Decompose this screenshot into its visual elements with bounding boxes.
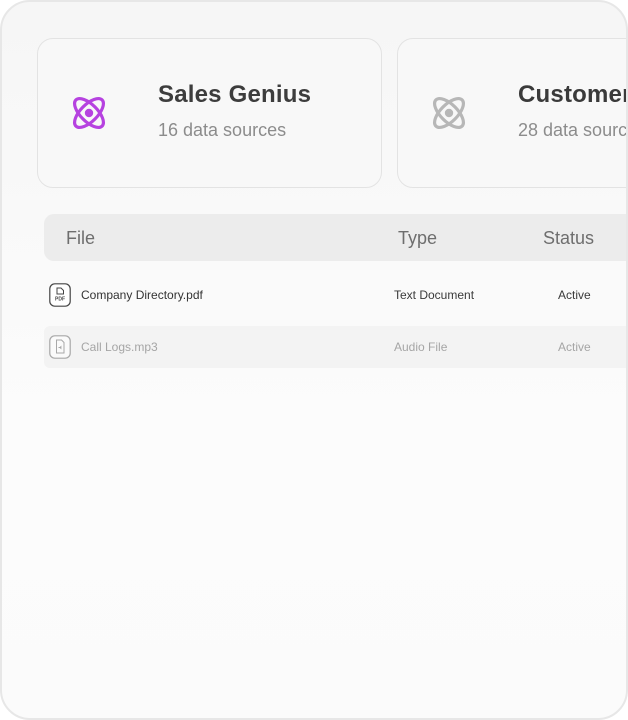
- audio-file-icon: [49, 335, 71, 359]
- column-header-status[interactable]: Status: [543, 228, 594, 249]
- table-row[interactable]: PDF Company Directory.pdf Text Document …: [44, 274, 626, 316]
- file-type: Audio File: [394, 340, 448, 354]
- file-name: Company Directory.pdf: [81, 288, 203, 302]
- pdf-file-icon: PDF: [49, 283, 71, 307]
- agent-card-customer[interactable]: Customer 28 data sourc: [397, 38, 628, 188]
- app-window: Sales Genius 16 data sources Customer 28…: [0, 0, 628, 720]
- column-header-type[interactable]: Type: [398, 228, 437, 249]
- file-name: Call Logs.mp3: [81, 340, 158, 354]
- file-type: Text Document: [394, 288, 475, 302]
- card-subtitle: 28 data sourc: [518, 120, 628, 140]
- table-row[interactable]: Call Logs.mp3 Audio File Active: [44, 326, 626, 368]
- atom-icon: [73, 97, 105, 129]
- column-header-file[interactable]: File: [66, 228, 95, 249]
- card-subtitle: 16 data sources: [158, 120, 287, 140]
- file-status: Active: [558, 288, 591, 302]
- card-title: Sales Genius: [158, 81, 312, 108]
- file-status: Active: [558, 340, 591, 354]
- atom-icon: [433, 97, 465, 129]
- agent-card-sales-genius[interactable]: Sales Genius 16 data sources: [37, 38, 382, 188]
- table-header: File Type Status: [44, 214, 626, 261]
- card-title: Customer: [518, 81, 628, 108]
- svg-text:PDF: PDF: [55, 297, 65, 303]
